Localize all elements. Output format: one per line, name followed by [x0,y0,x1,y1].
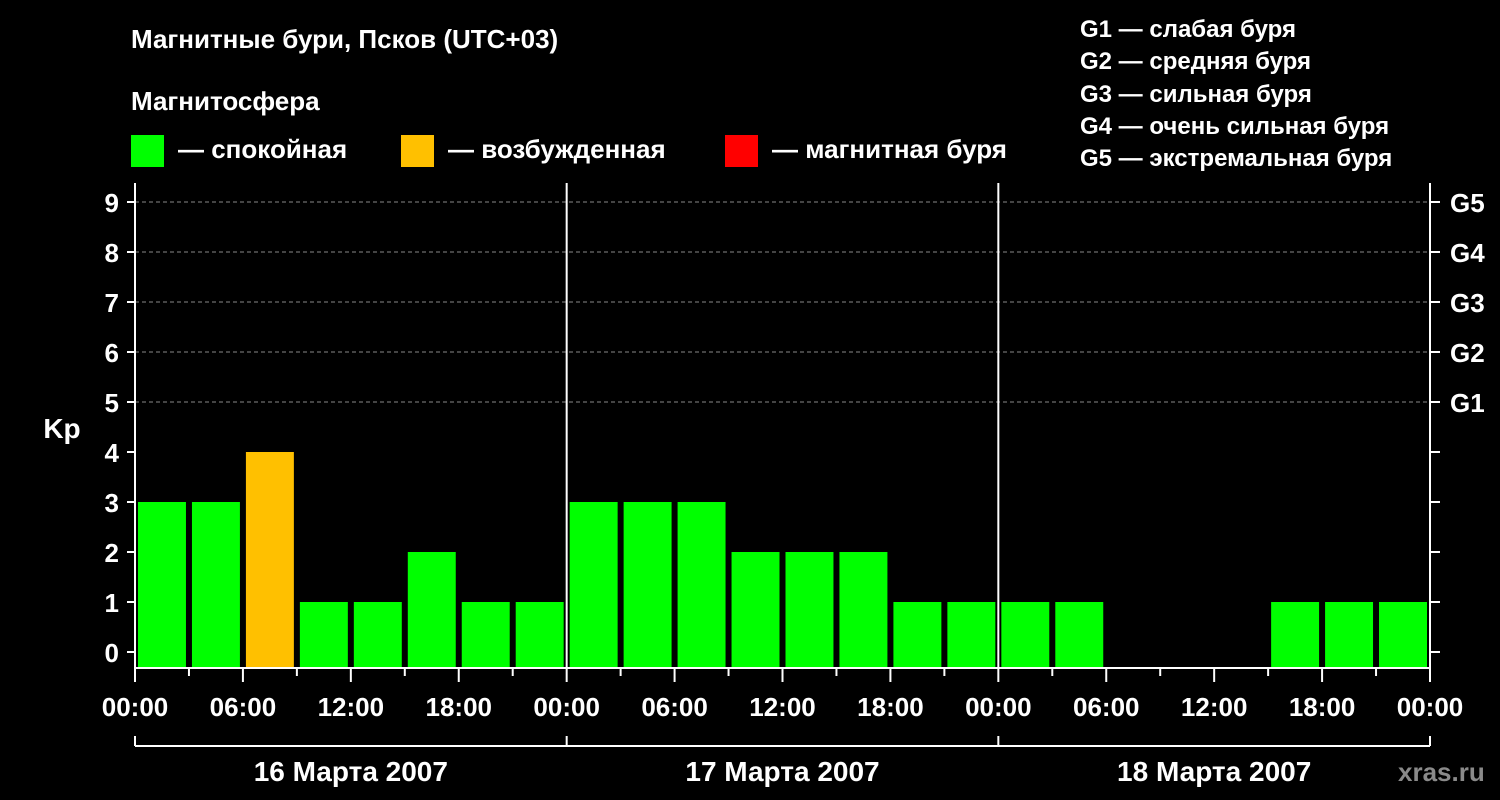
x-tick-label: 12:00 [749,692,816,722]
bar [623,502,672,668]
bar [245,452,294,668]
x-tick-label: 12:00 [1181,692,1248,722]
x-tick-label: 00:00 [533,692,600,722]
y-axis-label: Kp [43,413,80,444]
bar [1055,602,1104,668]
bar [407,552,456,668]
g-tick-label: G4 [1450,238,1485,268]
bar [731,552,780,668]
bar [839,552,888,668]
bar [299,602,348,668]
g-tick-label: G2 [1450,338,1485,368]
bar [191,502,240,668]
bar [893,602,942,668]
y-tick-label: 5 [105,388,119,418]
y-tick-label: 4 [105,438,120,468]
g-tick-label: G5 [1450,188,1485,218]
bar [785,552,834,668]
bar [515,602,564,668]
y-tick-label: 3 [105,488,119,518]
x-tick-label: 06:00 [641,692,708,722]
x-tick-label: 12:00 [318,692,385,722]
bar [138,502,186,668]
bar [569,502,618,668]
kp-bar-chart: 0 1 2 3 4 5 6 7 8 9 G1 G2 G3 G4 G5 Kp 00:00 06:00 12:00 18:… [43,183,1485,787]
x-tick-label: 00:00 [102,692,169,722]
bar [1271,602,1320,668]
y-tick-label: 7 [105,288,119,318]
y-tick-label: 8 [105,238,119,268]
x-tick-label: 18:00 [426,692,493,722]
g-tick-label: G3 [1450,288,1485,318]
y-tick-label: 9 [105,188,119,218]
y-tick-label: 0 [105,638,119,668]
bar [1325,602,1374,668]
bar [677,502,726,668]
bar [1001,602,1050,668]
x-tick-label: 18:00 [857,692,924,722]
day-label: 16 Марта 2007 [254,756,448,787]
bar [947,602,996,668]
x-tick-label: 00:00 [965,692,1032,722]
x-tick-label: 06:00 [210,692,277,722]
y-tick-label: 2 [105,538,119,568]
x-tick-label: 18:00 [1289,692,1356,722]
day-label: 17 Марта 2007 [685,756,879,787]
x-tick-label: 06:00 [1073,692,1140,722]
watermark: xras.ru [1398,757,1485,787]
bar [353,602,402,668]
y-tick-label: 1 [105,588,119,618]
x-tick-label: 00:00 [1397,692,1464,722]
day-label: 18 Марта 2007 [1117,756,1311,787]
g-tick-label: G1 [1450,388,1485,418]
bar [1379,602,1427,668]
y-tick-label: 6 [105,338,119,368]
bar [461,602,510,668]
